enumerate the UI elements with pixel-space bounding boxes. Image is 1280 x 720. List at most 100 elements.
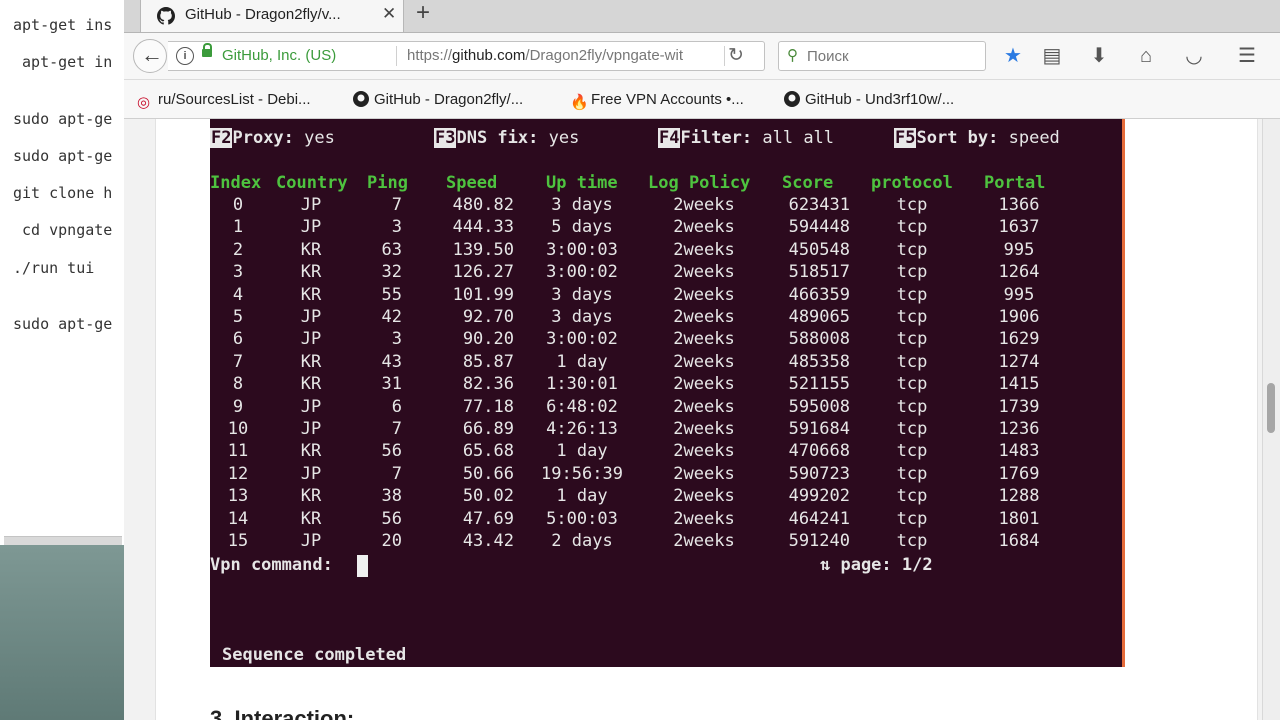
info-icon[interactable]: i <box>176 47 194 65</box>
table-cell-up-time: 19:56:39 <box>541 463 623 484</box>
function-key-f5: F5Sort by: speed <box>894 128 1060 148</box>
table-cell-up-time: 1 day <box>556 351 608 372</box>
table-row: 8 KR 31 82.36 1:30:01 2weeks 521155 tcp 1415 <box>210 374 1122 396</box>
table-row: 5 JP 42 92.70 3 days 2weeks 489065 tcp 1906 <box>210 307 1122 329</box>
table-cell-speed: 139.50 <box>452 239 514 260</box>
url-host: github.com <box>452 47 526 64</box>
background-terminal-line: apt-get ins <box>13 16 113 34</box>
table-cell-log-policy: 2weeks <box>673 195 735 215</box>
table-cell-country: KR <box>300 262 322 283</box>
table-cell-ping: 31 <box>381 374 402 395</box>
table-row: 10 JP 7 66.89 4:26:13 2weeks 591684 tcp 1236 <box>210 419 1122 441</box>
table-cell-log-policy: 2weeks <box>673 419 735 439</box>
table-cell-speed: 43.42 <box>462 531 514 551</box>
url-path: /Dragon2fly/vpngate-wit <box>525 47 683 64</box>
table-cell-index: 3 <box>232 262 244 283</box>
fkey-value: yes <box>293 128 335 148</box>
table-row: 3 KR 32 126.27 3:00:02 2weeks 518517 tcp 1264 <box>210 262 1122 284</box>
background-terminal-line: sudo apt-ge <box>13 315 113 333</box>
table-cell-index: 14 <box>227 508 249 529</box>
table-cell-log-policy: 2weeks <box>673 441 735 462</box>
fkey-code: F3 <box>434 128 457 148</box>
address-bar[interactable]: i GitHub, Inc. (US) https://github.com/D… <box>168 41 765 71</box>
table-cell-ping: 20 <box>381 531 402 551</box>
reload-icon[interactable]: ↻ <box>728 44 744 67</box>
background-terminal-line: apt-get in <box>13 53 113 71</box>
table-cell-country: JP <box>300 217 322 238</box>
table-cell-score: 623431 <box>788 195 850 215</box>
table-cell-portal: 1274 <box>998 351 1040 372</box>
table-cell-score: 518517 <box>788 262 850 283</box>
table-cell-ping: 3 <box>391 329 402 350</box>
column-header: Ping <box>367 173 408 193</box>
table-cell-country: JP <box>300 531 322 551</box>
table-cell-ping: 7 <box>391 419 402 439</box>
background-terminal-line: git clone h <box>13 184 113 202</box>
table-cell-portal: 1629 <box>998 329 1040 350</box>
table-cell-ping: 56 <box>381 441 402 462</box>
table-row: 12 JP 7 50.66 19:56:39 2weeks 590723 tcp 1769 <box>210 464 1122 486</box>
back-button[interactable]: ← <box>133 39 167 73</box>
bookmark-github-und3rf10w[interactable]: GitHub - Und3rf10w/... <box>784 91 954 108</box>
url-text[interactable]: https://github.com/Dragon2fly/vpngate-wi… <box>407 47 683 64</box>
table-cell-portal: 1684 <box>998 531 1040 551</box>
table-cell-protocol: tcp <box>896 195 928 215</box>
page-indicator: ⇅ page: 1/2 <box>820 555 933 575</box>
site-identity[interactable]: GitHub, Inc. (US) <box>222 47 336 64</box>
table-cell-country: KR <box>300 486 322 507</box>
fkey-code: F2 <box>210 128 233 148</box>
bookmark-star-icon[interactable]: ★ <box>998 41 1028 71</box>
table-cell-up-time: 1 day <box>556 441 608 462</box>
table-cell-index: 12 <box>227 463 249 484</box>
table-cell-country: JP <box>300 463 322 484</box>
table-cell-portal: 1801 <box>998 508 1040 529</box>
scrollbar-thumb[interactable] <box>1267 383 1275 433</box>
table-cell-index: 7 <box>232 351 244 372</box>
reload-separator <box>724 46 725 66</box>
bookmark-debian-sourceslist[interactable]: ◎ ru/SourcesList - Debi... <box>137 91 311 111</box>
table-cell-speed: 47.69 <box>462 508 514 529</box>
menu-icon[interactable]: ☰ <box>1232 41 1262 71</box>
background-terminal-line: sudo apt-ge <box>13 110 113 128</box>
table-cell-country: KR <box>300 441 322 462</box>
home-icon[interactable]: ⌂ <box>1131 41 1161 71</box>
table-cell-speed: 66.89 <box>462 419 514 439</box>
table-cell-log-policy: 2weeks <box>673 351 735 372</box>
back-arrow-icon: ← <box>141 42 163 67</box>
table-cell-ping: 6 <box>391 396 402 417</box>
table-cell-index: 8 <box>232 374 244 395</box>
bookmark-free-vpn-accounts[interactable]: 🔥 Free VPN Accounts •... <box>570 91 744 111</box>
table-cell-index: 6 <box>232 329 244 350</box>
column-header: Index <box>210 173 262 193</box>
reading-list-icon[interactable]: ▤ <box>1037 41 1067 71</box>
background-terminal-line: ./run tui <box>13 259 95 277</box>
tab-github-dragon2fly[interactable]: GitHub - Dragon2fly/v... ✕ <box>140 0 404 32</box>
table-cell-country: KR <box>300 508 322 529</box>
table-cell-score: 470668 <box>788 441 850 462</box>
background-terminal-window[interactable]: apt-get ins apt-get in sudo apt-ge sudo ap… <box>0 0 125 545</box>
table-cell-ping: 63 <box>381 239 402 260</box>
tab-close-icon[interactable]: ✕ <box>382 4 396 24</box>
table-cell-score: 489065 <box>788 307 850 327</box>
downloads-icon[interactable]: ⬇ <box>1084 41 1114 71</box>
page-scrollbar[interactable] <box>1262 119 1280 720</box>
table-cell-up-time: 3:00:02 <box>546 329 618 350</box>
table-cell-protocol: tcp <box>896 463 928 484</box>
table-cell-up-time: 3:00:03 <box>546 239 618 260</box>
table-cell-portal: 995 <box>1003 239 1035 260</box>
github-icon <box>353 91 369 107</box>
table-cell-index: 15 <box>227 531 249 551</box>
table-cell-portal: 1415 <box>998 374 1040 395</box>
search-box[interactable]: ⚲ Поиск <box>778 41 986 71</box>
table-cell-speed: 90.20 <box>462 329 514 350</box>
table-cell-up-time: 1 day <box>556 486 608 507</box>
table-cell-index: 1 <box>232 217 244 238</box>
table-cell-portal: 1769 <box>998 463 1040 484</box>
column-header: Speed <box>446 173 498 193</box>
table-cell-speed: 480.82 <box>452 195 514 215</box>
bookmark-github-dragon2fly[interactable]: GitHub - Dragon2fly/... <box>353 91 523 108</box>
terminal-screenshot: F2Proxy: yes F3DNS fix: yes F4Filter: all … <box>210 119 1125 667</box>
pocket-icon[interactable]: ◡ <box>1179 41 1209 71</box>
new-tab-button[interactable]: + <box>416 1 430 25</box>
browser-window: GitHub - Dragon2fly/v... ✕ + ← i GitHub,… <box>124 0 1280 720</box>
